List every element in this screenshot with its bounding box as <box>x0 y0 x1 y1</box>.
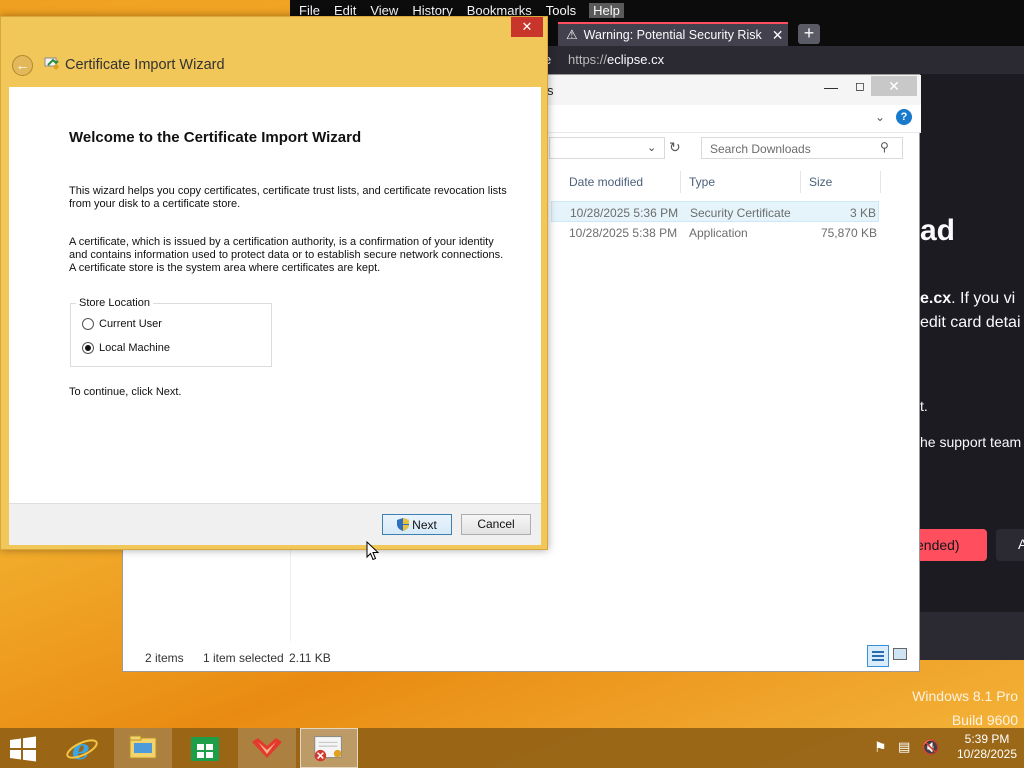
store-location-label: Store Location <box>76 297 153 309</box>
menu-tools[interactable]: Tools <box>545 3 577 18</box>
row-type: Security Certificate <box>690 206 791 220</box>
url-prefix: https:// <box>568 52 608 67</box>
taskbar-file-explorer[interactable] <box>114 728 172 768</box>
certificate-import-wizard: ✕ ← Certificate Import Wizard Welcome to… <box>0 16 548 550</box>
minimize-icon[interactable]: — <box>821 79 841 95</box>
clock-time: 5:39 PM <box>964 732 1010 746</box>
row-type: Application <box>689 226 748 240</box>
continue-instruction: To continue, click Next. <box>69 386 182 398</box>
wizard-close-button[interactable]: ✕ <box>511 17 543 37</box>
wizard-body: Welcome to the Certificate Import Wizard… <box>9 87 541 503</box>
wizard-window-title: Certificate Import Wizard <box>65 57 225 73</box>
wizard-footer: Next Cancel <box>9 503 541 545</box>
new-tab-button[interactable]: + <box>798 24 820 44</box>
warning-text-card: edit card detai <box>920 314 1021 331</box>
status-size: 2.11 KB <box>289 651 331 665</box>
cancel-button[interactable]: Cancel <box>461 514 531 535</box>
certificate-icon <box>44 57 59 70</box>
clock[interactable]: 5:39 PM 10/28/2025 <box>954 732 1020 762</box>
taskbar-internet-explorer[interactable]: e <box>62 728 102 768</box>
clock-date: 10/28/2025 <box>956 747 1018 761</box>
warning-page-footer <box>920 612 1024 660</box>
tab-close-icon[interactable]: ✕ <box>772 27 784 44</box>
next-button[interactable]: Next <box>382 514 452 535</box>
wizard-heading: Welcome to the Certificate Import Wizard <box>69 129 362 146</box>
row-date: 10/28/2025 5:38 PM <box>569 226 678 240</box>
address-dropdown-icon[interactable]: ⌄ <box>647 141 656 154</box>
search-input[interactable]: Search Downloads <box>701 137 903 159</box>
warning-domain-bold: e.cx <box>920 290 952 307</box>
status-selected: 1 item selected <box>203 651 284 665</box>
taskbar-store[interactable] <box>176 728 234 768</box>
table-row[interactable]: 10/28/2025 5:36 PM Security Certificate … <box>551 201 879 222</box>
warning-text-t: t. <box>920 398 928 414</box>
mouse-cursor-icon <box>366 541 380 561</box>
warning-domain-rest: . If you vi <box>951 290 1016 307</box>
radio-button-selected-icon[interactable] <box>82 342 94 354</box>
next-button-label: Next <box>412 517 437 532</box>
url-host: eclipse.cx <box>607 52 665 67</box>
details-view-icon[interactable] <box>867 645 889 667</box>
search-icon[interactable]: ⚲ <box>880 140 889 154</box>
table-row[interactable]: 10/28/2025 5:38 PM Application 75,870 KB <box>551 222 879 243</box>
warning-page-content: ad e.cx. If you vi edit card detai t. he… <box>920 74 1024 660</box>
recommended-label: ended) <box>920 537 960 553</box>
action-center-flag-icon[interactable]: ⚑ <box>874 739 887 756</box>
radio-local-machine-label[interactable]: Local Machine <box>99 342 170 354</box>
row-size: 75,870 KB <box>820 226 877 240</box>
menu-help[interactable]: Help <box>589 2 624 18</box>
uac-shield-icon <box>397 518 410 531</box>
column-size[interactable]: Size <box>801 171 881 193</box>
taskbar-certificate-wizard[interactable] <box>300 728 358 768</box>
row-size: 3 KB <box>849 206 876 220</box>
network-icon[interactable]: ▤ <box>898 739 910 755</box>
internet-explorer-icon: e <box>66 733 98 766</box>
warning-text-support: he support team <box>920 434 1022 450</box>
store-location-group <box>70 303 272 367</box>
radio-local-machine[interactable]: Local Machine <box>82 342 170 354</box>
folder-icon <box>129 735 157 759</box>
back-arrow-icon[interactable]: ← <box>12 55 33 76</box>
volume-muted-icon[interactable]: 🔇 <box>922 739 939 756</box>
ribbon-expand-icon[interactable]: ⌄ <box>875 110 885 124</box>
windows-watermark: Windows 8.1 Pro Build 9600 <box>912 684 1018 732</box>
tab-title: Warning: Potential Security Risk <box>583 28 762 42</box>
warning-text-domain: e.cx. If you vi <box>920 290 1015 308</box>
svg-text:e: e <box>72 733 90 766</box>
certificate-taskbar-icon <box>314 736 342 762</box>
url-text[interactable]: https://eclipse.cx <box>568 52 664 67</box>
explorer-close-icon[interactable]: ✕ <box>871 76 917 96</box>
large-icons-view-icon[interactable] <box>893 648 907 660</box>
status-item-count: 2 items <box>145 651 184 665</box>
radio-current-user[interactable]: Current User <box>82 318 162 330</box>
column-headers: Date modified Type Size <box>561 171 917 193</box>
radio-current-user-label[interactable]: Current User <box>99 318 162 330</box>
status-bar: 2 items 1 item selected 2.11 KB <box>123 645 921 673</box>
help-icon[interactable]: ? <box>896 109 912 125</box>
column-date-modified[interactable]: Date modified <box>561 171 681 193</box>
maximize-icon[interactable]: ◻ <box>850 79 870 93</box>
radio-button-icon[interactable] <box>82 318 94 330</box>
taskbar-app[interactable] <box>238 728 296 768</box>
advanced-button[interactable]: A <box>996 529 1024 561</box>
row-date: 10/28/2025 5:36 PM <box>570 206 679 220</box>
tab-security-warning[interactable]: ⚠ Warning: Potential Security Risk ✕ <box>558 22 788 46</box>
wizard-description-text: A certificate, which is issued by a cert… <box>69 236 504 274</box>
wizard-intro-text: This wizard helps you copy certificates,… <box>69 185 507 210</box>
column-type[interactable]: Type <box>681 171 801 193</box>
store-icon <box>191 737 219 761</box>
windows-start-icon[interactable] <box>8 736 38 762</box>
watermark-edition: Windows 8.1 Pro <box>912 688 1018 704</box>
fox-app-icon <box>252 738 282 758</box>
refresh-icon[interactable]: ↻ <box>669 139 681 156</box>
taskbar: e ⚑ ▤ 🔇 5:39 PM 10/28/2025 <box>0 728 1024 768</box>
warning-icon: ⚠ <box>566 27 578 42</box>
system-tray: ⚑ ▤ 🔇 5:39 PM 10/28/2025 <box>868 728 1024 768</box>
warning-heading-fragment: ad <box>920 214 956 247</box>
go-back-recommended-button[interactable]: ended) <box>920 529 987 561</box>
